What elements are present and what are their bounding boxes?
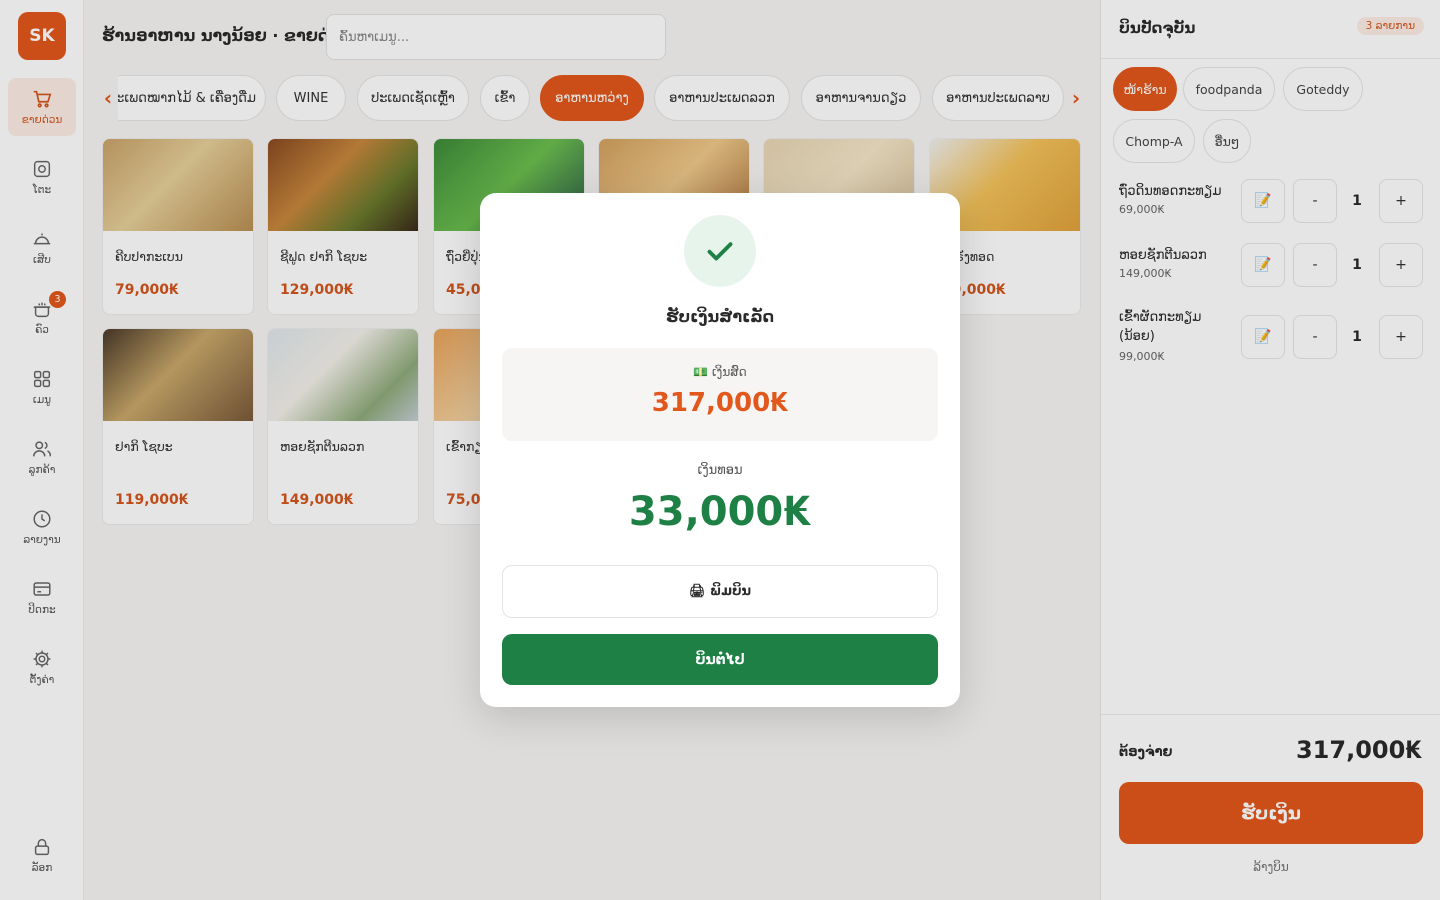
payment-success-dialog: ຮັບເງິນສຳເລັດ 💵 ເງິນສົດ 317,000₭ ເງິນທອນ… (480, 193, 960, 707)
dialog-title: ຮັບເງິນສຳເລັດ (665, 307, 775, 326)
change-label: ເງິນທອນ (697, 463, 743, 478)
cash-value: 317,000₭ (651, 388, 789, 418)
change-value: 33,000₭ (628, 489, 812, 535)
next-bill-button[interactable]: ບິນຕໍ່ໄປ (502, 634, 938, 685)
success-check-icon (684, 215, 756, 287)
cash-received-box: 💵 ເງິນສົດ 317,000₭ (502, 348, 938, 441)
print-receipt-button[interactable]: 🖨 ພິມບິນ (502, 565, 938, 618)
cash-label: 💵 ເງິນສົດ (693, 365, 747, 379)
